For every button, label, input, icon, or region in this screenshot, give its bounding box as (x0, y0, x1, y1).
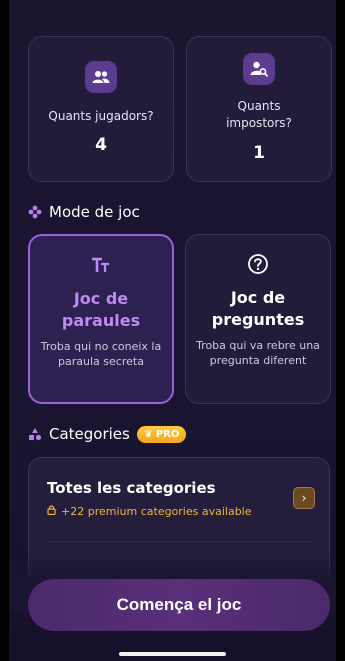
players-card[interactable]: Quants jugadors? 4 (28, 36, 174, 182)
lock-icon (47, 505, 56, 518)
mode-card-questions[interactable]: Joc de preguntes Troba qui va rebre una … (185, 234, 331, 404)
sparkle-icon (28, 205, 42, 219)
premium-note: +22 premium categories available (47, 505, 252, 518)
mode-section-label: Mode de joc (49, 203, 140, 221)
impostors-label: Quants impostors? (226, 99, 292, 130)
mode-title-words: Joc de paraules (61, 289, 141, 330)
category-title: Totes les categories (47, 479, 216, 497)
mode-title-questions: Joc de preguntes (211, 288, 305, 329)
impostor-search-icon (243, 53, 275, 85)
players-value: 4 (95, 135, 107, 155)
categories-section-title: Categories ♛ PRO (28, 425, 187, 443)
start-game-button[interactable]: Comença el joc (28, 579, 330, 631)
question-circle-icon (186, 253, 330, 280)
text-size-icon (30, 254, 172, 278)
mode-desc-questions: Troba qui va rebre una pregunta diferent (196, 339, 320, 367)
home-indicator (119, 652, 226, 656)
shapes-icon (28, 427, 42, 441)
impostors-value: 1 (253, 143, 265, 163)
players-icon (85, 61, 117, 93)
mode-desc-words: Troba qui no coneix la paraula secreta (40, 340, 162, 368)
mode-card-words[interactable]: Joc de paraules Troba qui no coneix la p… (28, 234, 174, 404)
app-screen: Quants jugadors? 4 Quants impostors? 1 M… (9, 0, 336, 661)
chevron-right-icon[interactable]: › (293, 487, 315, 509)
pro-badge[interactable]: ♛ PRO (136, 425, 187, 443)
players-label: Quants jugadors? (48, 109, 154, 123)
premium-note-text: +22 premium categories available (61, 505, 252, 518)
mode-section-title: Mode de joc (28, 203, 140, 221)
divider (47, 541, 311, 542)
impostors-card[interactable]: Quants impostors? 1 (186, 36, 332, 182)
categories-section-label: Categories (49, 425, 130, 443)
crown-icon: ♛ (143, 428, 153, 440)
